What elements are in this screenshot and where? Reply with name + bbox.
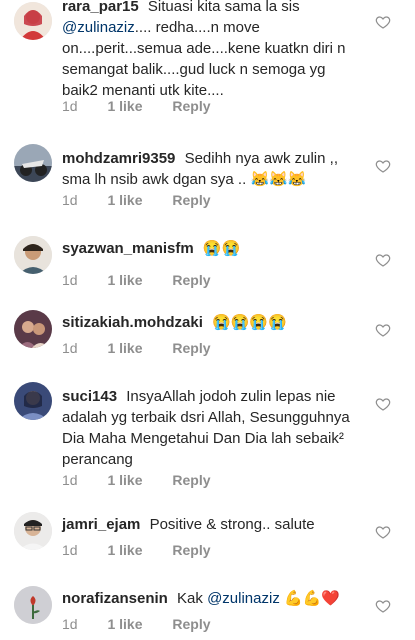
like-count[interactable]: 1 like	[107, 340, 142, 356]
avatar[interactable]	[14, 236, 52, 274]
comment-body: mohdzamri9359 Sedihh nya awk zulin ,, sm…	[62, 148, 362, 190]
avatar[interactable]	[14, 586, 52, 624]
heart-outline-icon[interactable]	[375, 524, 391, 540]
emoji-text: 😹😹😹	[250, 171, 307, 188]
comment-meta: 1d 1 like Reply	[62, 98, 237, 114]
comment-username[interactable]: syazwan_manisfm	[62, 240, 194, 257]
heart-outline-icon[interactable]	[375, 158, 391, 174]
comment-meta: 1d 1 like Reply	[62, 340, 237, 356]
comment-username[interactable]: jamri_ejam	[62, 516, 140, 533]
avatar[interactable]	[14, 144, 52, 182]
comment-time: 1d	[62, 472, 78, 488]
comment-meta: 1d 1 like Reply	[62, 472, 237, 488]
comment-body: syazwan_manisfm 😭😭	[62, 238, 362, 259]
like-count[interactable]: 1 like	[107, 98, 142, 114]
comment-time: 1d	[62, 272, 78, 288]
comment-username[interactable]: suci143	[62, 388, 117, 405]
avatar[interactable]	[14, 382, 52, 420]
like-count[interactable]: 1 like	[107, 272, 142, 288]
comment-username[interactable]: sitizakiah.mohdzaki	[62, 314, 203, 331]
emoji-text: 😭😭	[202, 240, 241, 257]
heart-outline-icon[interactable]	[375, 252, 391, 268]
like-count[interactable]: 1 like	[107, 192, 142, 208]
mention-link[interactable]: @zulinaziz	[207, 590, 280, 607]
comment-username[interactable]: rara_par15	[62, 0, 139, 15]
comment-body: jamri_ejam Positive & strong.. salute	[62, 514, 362, 535]
emoji-text: 😭😭😭😭	[212, 314, 287, 331]
comment-body: suci143 InsyaAllah jodoh zulin lepas nie…	[62, 386, 362, 470]
comment-text: Kak	[177, 590, 203, 607]
comment-text: Positive & strong.. salute	[149, 516, 315, 533]
reply-button[interactable]: Reply	[172, 192, 210, 208]
comment-time: 1d	[62, 98, 78, 114]
reply-button[interactable]: Reply	[172, 542, 210, 558]
comments-list: rara_par15 Situasi kita sama la sis @zul…	[0, 0, 415, 640]
like-count[interactable]: 1 like	[107, 472, 142, 488]
comment-body: sitizakiah.mohdzaki 😭😭😭😭	[62, 312, 362, 333]
reply-button[interactable]: Reply	[172, 616, 210, 632]
heart-outline-icon[interactable]	[375, 396, 391, 412]
comment-time: 1d	[62, 192, 78, 208]
heart-outline-icon[interactable]	[375, 322, 391, 338]
comment-meta: 1d 1 like Reply	[62, 616, 237, 632]
reply-button[interactable]: Reply	[172, 340, 210, 356]
comment-time: 1d	[62, 542, 78, 558]
comment-body: norafizansenin Kak @zulinaziz 💪💪❤️	[62, 588, 362, 609]
heart-outline-icon[interactable]	[375, 598, 391, 614]
heart-outline-icon[interactable]	[375, 14, 391, 30]
mention-link[interactable]: @zulinaziz	[62, 19, 135, 36]
comment-username[interactable]: mohdzamri9359	[62, 150, 175, 167]
emoji-text: 💪💪❤️	[284, 590, 341, 607]
reply-button[interactable]: Reply	[172, 472, 210, 488]
like-count[interactable]: 1 like	[107, 616, 142, 632]
like-count[interactable]: 1 like	[107, 542, 142, 558]
avatar[interactable]	[14, 2, 52, 40]
avatar[interactable]	[14, 310, 52, 348]
avatar[interactable]	[14, 512, 52, 550]
comment-meta: 1d 1 like Reply	[62, 272, 237, 288]
reply-button[interactable]: Reply	[172, 98, 210, 114]
reply-button[interactable]: Reply	[172, 272, 210, 288]
comment-body: rara_par15 Situasi kita sama la sis @zul…	[62, 0, 362, 101]
comment-time: 1d	[62, 616, 78, 632]
comment-meta: 1d 1 like Reply	[62, 542, 237, 558]
comment-time: 1d	[62, 340, 78, 356]
comment-meta: 1d 1 like Reply	[62, 192, 237, 208]
comment-username[interactable]: norafizansenin	[62, 590, 168, 607]
comment-text: Situasi kita sama la sis	[147, 0, 300, 15]
